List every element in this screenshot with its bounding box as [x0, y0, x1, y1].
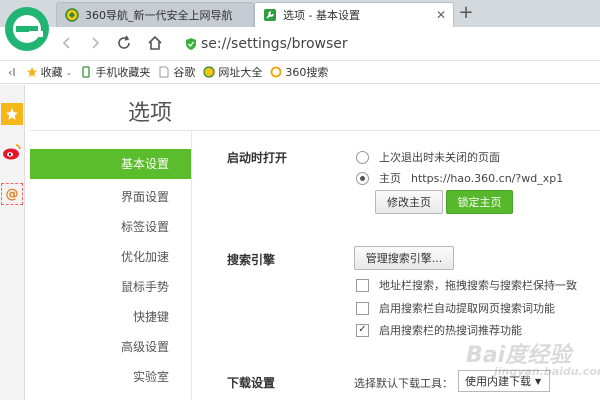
modify-homepage-button[interactable]: 修改主页 — [375, 190, 443, 214]
forward-button[interactable] — [84, 32, 106, 54]
360-favicon-icon — [65, 8, 79, 22]
nav-shortcuts[interactable]: 快捷键 — [133, 308, 169, 325]
page-icon — [159, 66, 169, 78]
bookmark-favorites[interactable]: 收藏 ⌄ — [26, 64, 73, 80]
option-label: 主页 — [379, 172, 401, 185]
tab-settings[interactable]: 选项 - 基本设置 ✕ — [254, 2, 454, 27]
bookmark-hao360[interactable]: 网址大全 — [203, 64, 262, 80]
option-label: 地址栏搜索，拖拽搜索与搜索栏保持一致 — [379, 279, 577, 292]
tab-360-nav[interactable]: 360导航_新一代安全上网导航 — [56, 2, 254, 27]
settings-nav: 基本设置 界面设置 标签设置 优化加速 鼠标手势 快捷键 高级设置 实验室 — [30, 131, 192, 400]
bookmarks-bar: ‹I 收藏 ⌄ 手机收藏夹 谷歌 网址大全 360搜索 — [0, 60, 600, 84]
bookmark-label: 谷歌 — [173, 66, 196, 79]
address-url: se://settings/browser — [201, 36, 348, 52]
360-icon — [203, 66, 215, 78]
search-circle-icon — [270, 66, 282, 78]
bookmark-google[interactable]: 谷歌 — [158, 64, 195, 80]
back-button[interactable] — [56, 32, 78, 54]
search-option-1[interactable]: 地址栏搜索，拖拽搜索与搜索栏保持一致 — [356, 277, 577, 293]
search-engine-label: 搜索引擎 — [227, 253, 276, 267]
nav-optimize[interactable]: 优化加速 — [121, 248, 169, 265]
weibo-icon — [3, 144, 21, 160]
page-title: 选项 — [128, 101, 173, 126]
nav-basic-settings[interactable]: 基本设置 — [30, 149, 191, 179]
tab-strip: 360导航_新一代安全上网导航 选项 - 基本设置 ✕ + — [0, 0, 600, 27]
watermark-line2: jingyan.baidu.com — [494, 365, 600, 378]
at-icon: @ — [5, 186, 19, 202]
nav-mouse-gestures[interactable]: 鼠标手势 — [121, 278, 169, 295]
nav-ui-settings[interactable]: 界面设置 — [121, 188, 169, 205]
bookmark-label: 网址大全 — [218, 66, 263, 79]
search-option-2[interactable]: 启用搜索栏自动提取网页搜索词功能 — [356, 300, 555, 316]
search-option-3[interactable]: ✓ 启用搜索栏的热搜词推荐功能 — [356, 322, 522, 338]
bookmark-mobile[interactable]: 手机收藏夹 — [80, 64, 150, 80]
startup-option-home[interactable]: 主页 https://hao.360.cn/?wd_xp1 — [356, 170, 563, 186]
checkbox-hot-search[interactable]: ✓ — [356, 323, 369, 337]
radio-homepage[interactable] — [356, 171, 369, 185]
security-shield-icon — [186, 38, 196, 50]
bookmark-label: 360搜索 — [285, 66, 329, 79]
bookmark-360search[interactable]: 360搜索 — [270, 64, 328, 80]
forward-arrow-icon — [92, 37, 100, 49]
reload-button[interactable] — [113, 32, 135, 54]
checkbox-extract-search-words[interactable] — [356, 301, 369, 315]
side-panel: @ — [0, 85, 25, 400]
star-icon — [26, 67, 37, 77]
star-icon — [6, 108, 18, 120]
option-label: 启用搜索栏的热搜词推荐功能 — [379, 324, 522, 337]
nav-tab-settings[interactable]: 标签设置 — [121, 218, 169, 235]
weibo-panel-button[interactable] — [1, 141, 23, 163]
download-tool-label: 选择默认下载工具： — [354, 377, 453, 390]
startup-option-last[interactable]: 上次退出时未关闭的页面 — [356, 149, 500, 165]
home-icon — [148, 35, 162, 50]
homepage-url: https://hao.360.cn/?wd_xp1 — [411, 171, 564, 185]
lock-homepage-button[interactable]: 锁定主页 — [446, 190, 513, 214]
chevron-down-icon: ⌄ — [65, 67, 73, 77]
mail-panel-button[interactable]: @ — [1, 183, 23, 205]
bookmark-label: 手机收藏夹 — [95, 66, 151, 79]
nav-lab[interactable]: 实验室 — [133, 368, 169, 385]
bookmark-label: 收藏 — [40, 66, 63, 79]
home-button[interactable] — [144, 32, 166, 54]
tab-title: 360导航_新一代安全上网导航 — [85, 9, 233, 22]
tab-title: 选项 - 基本设置 — [283, 9, 360, 22]
sidebar-toggle-icon[interactable]: ‹I — [8, 66, 16, 79]
toolbar: se://settings/browser — [0, 27, 600, 60]
address-bar[interactable]: se://settings/browser — [185, 34, 348, 54]
option-label: 上次退出时未关闭的页面 — [379, 151, 500, 164]
browser-logo-icon — [5, 7, 49, 51]
startup-label: 启动时打开 — [227, 151, 288, 165]
back-arrow-icon — [62, 37, 70, 49]
favorites-panel-button[interactable] — [1, 103, 23, 125]
download-label: 下载设置 — [227, 376, 276, 390]
manage-search-engines-button[interactable]: 管理搜索引擎... — [354, 246, 454, 270]
checkbox-sync-search[interactable] — [356, 278, 369, 292]
phone-icon — [82, 66, 91, 78]
close-tab-icon[interactable]: ✕ — [433, 8, 449, 22]
wrench-icon — [264, 9, 276, 21]
new-tab-icon[interactable]: + — [456, 3, 476, 23]
radio-last-session[interactable] — [356, 150, 369, 164]
watermark: Bai度经验 jingyan.baidu.com — [466, 337, 600, 378]
nav-advanced[interactable]: 高级设置 — [121, 338, 169, 355]
option-label: 启用搜索栏自动提取网页搜索词功能 — [379, 302, 555, 315]
reload-icon — [118, 35, 130, 49]
